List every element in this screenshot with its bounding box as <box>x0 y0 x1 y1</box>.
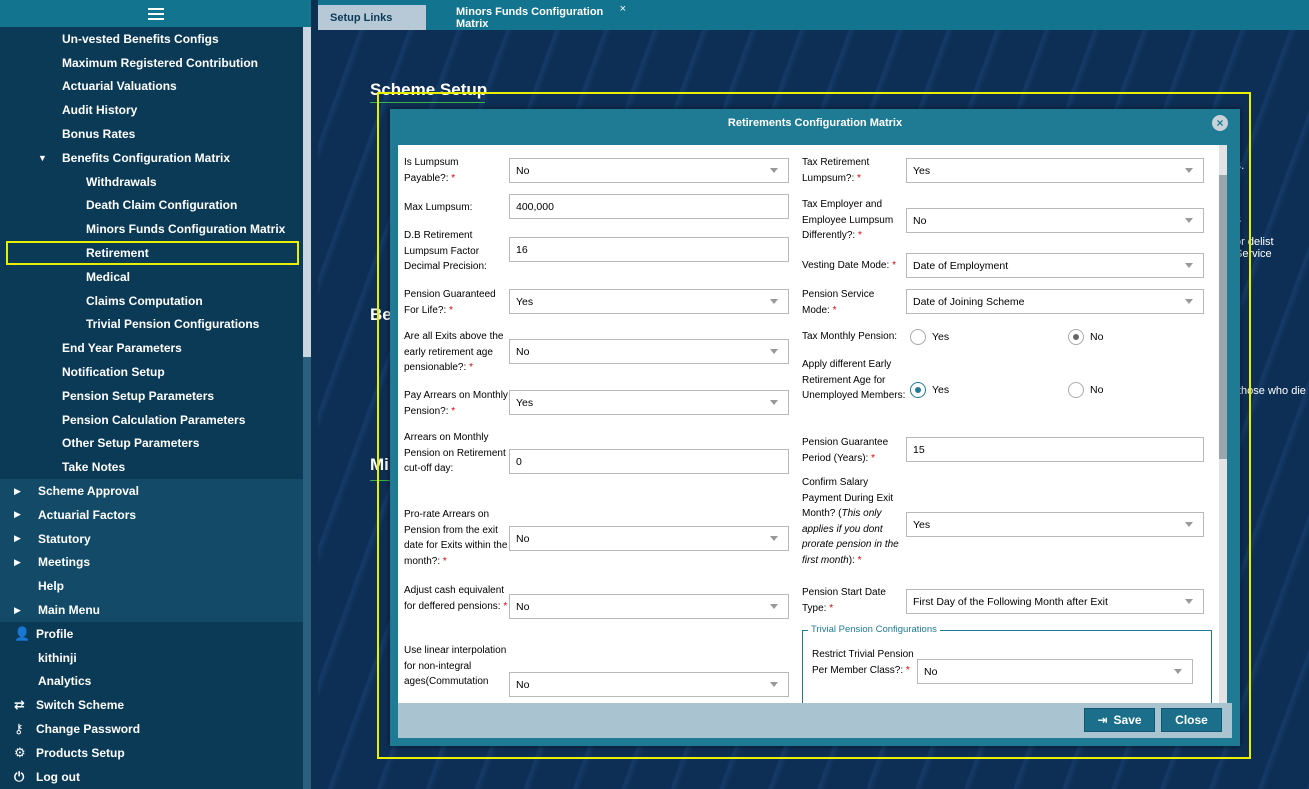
sidebar-item-username: kithinji <box>38 650 77 665</box>
key-icon: ⚷ <box>14 721 24 736</box>
sidebar-item-retirement[interactable]: Retirement <box>6 241 299 265</box>
sidebar-item-pension-calc[interactable]: Pension Calculation Parameters <box>0 408 303 432</box>
sidebar-item-claims-computation[interactable]: Claims Computation <box>0 289 303 313</box>
highlight-frame <box>377 92 1251 759</box>
sidebar-item-actuarial-valuations[interactable]: Actuarial Valuations <box>0 75 303 99</box>
user-icon: 👤 <box>14 625 31 641</box>
sidebar-menu: Un-vested Benefits Configs Maximum Regis… <box>0 27 303 789</box>
caret-right-icon: ▶ <box>14 509 21 520</box>
tab-minors-funds[interactable]: Minors Funds Configuration Matrix × <box>430 3 634 30</box>
sidebar-item-profile[interactable]: 👤 Profile <box>0 622 303 646</box>
sidebar-item-audit-history[interactable]: Audit History <box>0 98 303 122</box>
sidebar-item-products-setup[interactable]: ⚙ Products Setup <box>0 741 303 765</box>
sidebar-item-notification[interactable]: Notification Setup <box>0 360 303 384</box>
power-icon: ⏻ <box>14 768 25 784</box>
sidebar: Un-vested Benefits Configs Maximum Regis… <box>0 0 311 789</box>
sidebar-item-change-password[interactable]: ⚷ Change Password <box>0 717 303 741</box>
sidebar-toggle[interactable] <box>0 0 311 27</box>
sidebar-item-statutory[interactable]: ▶ Statutory <box>0 527 303 551</box>
sidebar-item-minors-funds[interactable]: Minors Funds Configuration Matrix <box>0 217 303 241</box>
hamburger-icon[interactable] <box>147 7 164 20</box>
gears-icon: ⚙ <box>14 744 26 760</box>
sidebar-item-pension-setup[interactable]: Pension Setup Parameters <box>0 384 303 408</box>
caret-down-icon: ▼ <box>38 152 47 163</box>
switch-icon: ⇄ <box>14 697 25 713</box>
sidebar-item-take-notes[interactable]: Take Notes <box>0 455 303 479</box>
sidebar-item-bonus-rates[interactable]: Bonus Rates <box>0 122 303 146</box>
sidebar-item-main-menu[interactable]: ▶ Main Menu <box>0 598 303 622</box>
sidebar-item-logout[interactable]: ⏻ Log out <box>0 765 303 789</box>
sidebar-item-switch-scheme[interactable]: ⇄ Switch Scheme <box>0 693 303 717</box>
sidebar-item-death-claim[interactable]: Death Claim Configuration <box>0 194 303 218</box>
sidebar-item-help[interactable]: Help <box>0 574 303 598</box>
sidebar-item-end-year[interactable]: End Year Parameters <box>0 336 303 360</box>
sidebar-scrollbar[interactable] <box>303 27 311 789</box>
sidebar-item-analytics[interactable]: Analytics <box>0 670 303 694</box>
caret-right-icon: ▶ <box>14 533 21 544</box>
caret-right-icon: ▶ <box>14 604 21 615</box>
sidebar-item-max-contribution[interactable]: Maximum Registered Contribution <box>0 51 303 75</box>
sidebar-item-meetings[interactable]: ▶ Meetings <box>0 551 303 575</box>
sidebar-item-trivial-pension[interactable]: Trivial Pension Configurations <box>0 313 303 337</box>
sidebar-item-benefits-matrix[interactable]: ▼ Benefits Configuration Matrix <box>0 146 303 170</box>
caret-right-icon: ▶ <box>14 485 21 496</box>
sidebar-item-other-setup[interactable]: Other Setup Parameters <box>0 432 303 456</box>
caret-right-icon: ▶ <box>14 556 21 567</box>
tab-bar: Setup Links Minors Funds Configuration M… <box>318 0 1309 30</box>
tab-close-icon[interactable]: × <box>620 3 626 15</box>
sidebar-scroll-thumb[interactable] <box>303 27 311 357</box>
sidebar-item-medical[interactable]: Medical <box>0 265 303 289</box>
sidebar-item-actuarial-factors[interactable]: ▶ Actuarial Factors <box>0 503 303 527</box>
sidebar-item-unvested[interactable]: Un-vested Benefits Configs <box>0 27 303 51</box>
tab-setup-links[interactable]: Setup Links <box>318 5 426 30</box>
sidebar-item-withdrawals[interactable]: Withdrawals <box>0 170 303 194</box>
sidebar-item-scheme-approval[interactable]: ▶ Scheme Approval <box>0 479 303 503</box>
